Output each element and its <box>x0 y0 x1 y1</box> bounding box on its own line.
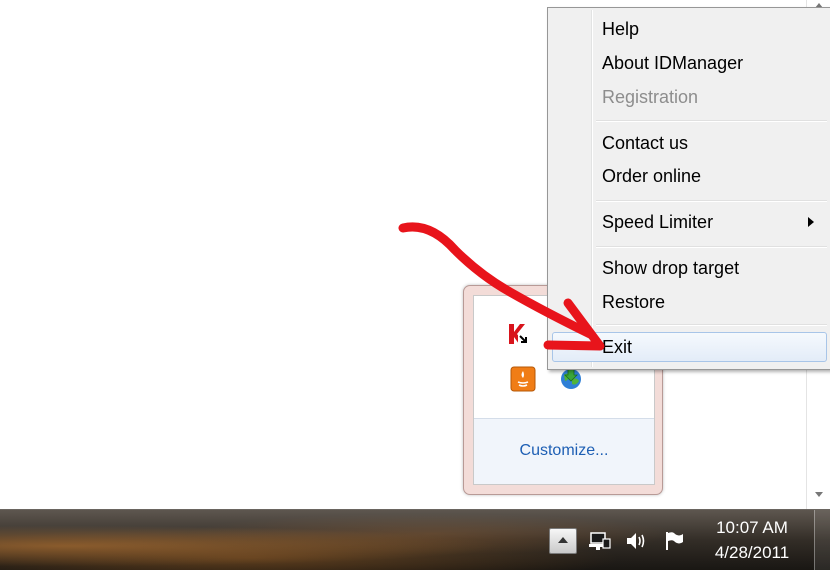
show-hidden-icons-button[interactable] <box>549 528 577 554</box>
menu-item-contact-us[interactable]: Contact us <box>552 128 827 158</box>
customize-link[interactable]: Customize... <box>474 442 654 460</box>
flyout-footer: Customize... <box>474 418 654 484</box>
submenu-arrow-icon <box>808 217 814 227</box>
menu-item-label: Restore <box>602 292 666 312</box>
action-center-flag-icon[interactable] <box>662 530 686 552</box>
menu-separator <box>596 200 827 202</box>
scroll-down-arrow-icon[interactable] <box>815 492 823 497</box>
menu-item-label: Exit <box>602 337 633 357</box>
menu-item-exit[interactable]: Exit <box>552 332 827 362</box>
network-icon[interactable] <box>588 530 612 552</box>
menu-item-label: Speed Limiter <box>602 212 714 232</box>
menu-item-show-drop-target[interactable]: Show drop target <box>552 253 827 283</box>
menu-item-about[interactable]: About IDManager <box>552 48 827 78</box>
kaspersky-icon[interactable] <box>505 321 531 347</box>
chevron-up-icon <box>558 537 568 543</box>
menu-item-label: Order online <box>602 166 702 186</box>
volume-icon[interactable] <box>625 530 649 552</box>
menu-separator <box>596 246 827 248</box>
clock-time: 10:07 AM <box>716 518 788 537</box>
menu-item-label: Contact us <box>602 133 689 153</box>
menu-item-label: Help <box>602 19 640 39</box>
java-update-icon[interactable] <box>510 366 536 392</box>
menu-separator <box>596 324 827 326</box>
taskbar: 10:07 AM 4/28/2011 <box>0 509 830 570</box>
menu-item-speed-limiter[interactable]: Speed Limiter <box>552 207 827 237</box>
menu-item-restore[interactable]: Restore <box>552 287 827 317</box>
clock-date: 4/28/2011 <box>714 543 790 562</box>
menu-item-registration[interactable]: Registration <box>552 82 827 112</box>
taskbar-clock[interactable]: 10:07 AM 4/28/2011 <box>700 515 804 565</box>
menu-item-label: Registration <box>602 87 699 107</box>
menu-item-label: Show drop target <box>602 258 740 278</box>
menu-item-help[interactable]: Help <box>552 14 827 44</box>
menu-item-label: About IDManager <box>602 53 744 73</box>
menu-item-order-online[interactable]: Order online <box>552 161 827 191</box>
menu-separator <box>596 120 827 122</box>
show-desktop-button[interactable] <box>814 510 830 570</box>
idm-context-menu: Help About IDManager Registration Contac… <box>547 7 830 370</box>
